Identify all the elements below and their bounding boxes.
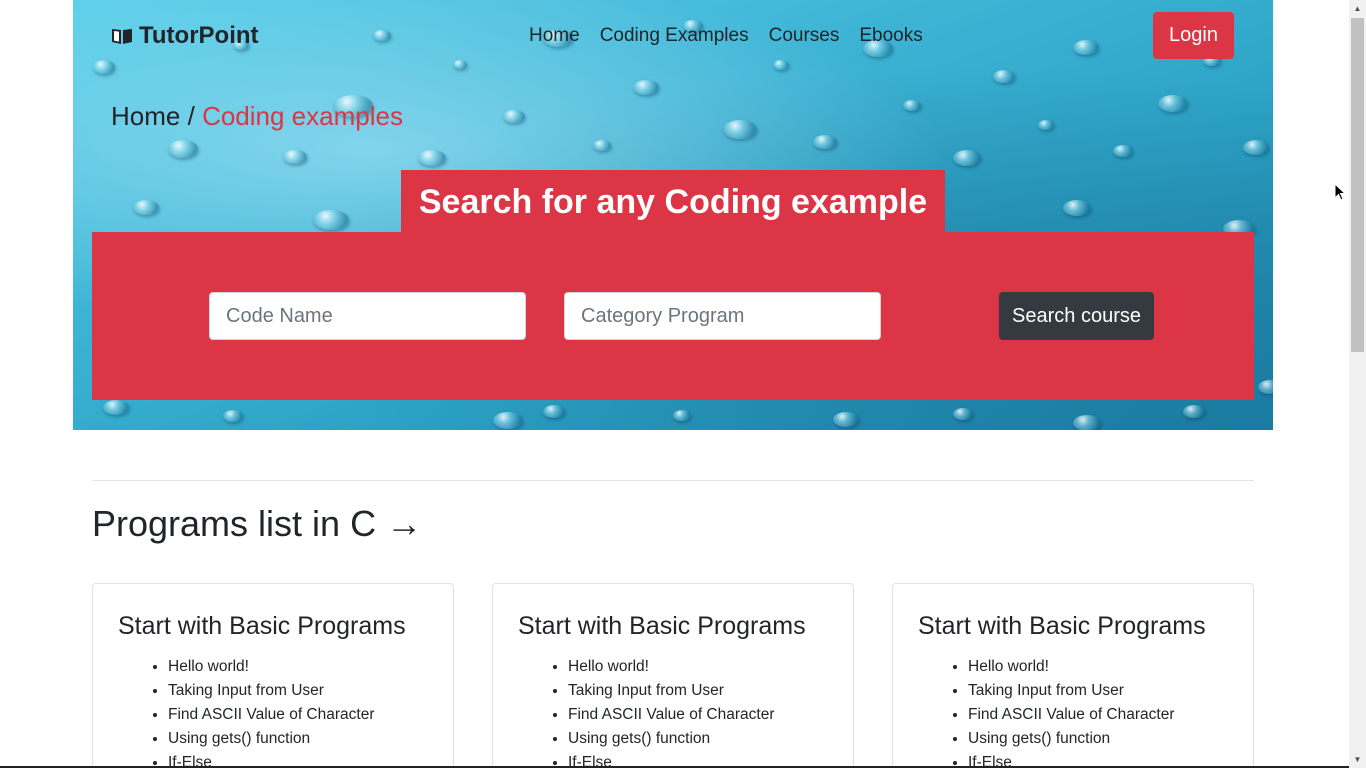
water-drop — [673, 410, 691, 421]
code-name-input[interactable] — [209, 292, 526, 340]
vertical-scrollbar[interactable]: ▲ ▼ — [1349, 0, 1366, 768]
brand-logo[interactable]: TutorPoint — [111, 22, 259, 50]
water-drop — [543, 405, 565, 418]
water-drop — [93, 60, 115, 74]
breadcrumb-home[interactable]: Home — [111, 101, 180, 131]
card-title: Start with Basic Programs — [918, 612, 1206, 640]
water-drop — [813, 135, 837, 149]
program-list: Hello world! Taking Input from User Find… — [944, 655, 1174, 768]
nav-home[interactable]: Home — [519, 24, 590, 48]
water-drop — [593, 140, 611, 151]
program-link[interactable]: Hello world! — [568, 655, 774, 679]
program-link[interactable]: Find ASCII Value of Character — [168, 703, 374, 727]
section-divider — [92, 480, 1254, 481]
program-link[interactable]: Taking Input from User — [568, 679, 774, 703]
search-course-button[interactable]: Search course — [999, 292, 1154, 340]
water-drop — [133, 200, 159, 215]
scroll-down-icon[interactable]: ▼ — [1349, 751, 1366, 768]
water-drop — [1183, 405, 1205, 418]
program-card: Start with Basic Programs Hello world! T… — [492, 583, 854, 768]
search-heading: Search for any Coding example — [401, 170, 945, 234]
water-drop — [903, 100, 921, 111]
program-link[interactable]: Find ASCII Value of Character — [968, 703, 1174, 727]
program-link[interactable]: Using gets() function — [168, 727, 374, 751]
search-panel: Search course — [92, 232, 1254, 400]
water-drop — [223, 410, 243, 422]
water-drop — [1243, 140, 1269, 155]
programs-section-title: Programs list in C → — [92, 503, 423, 544]
scroll-thumb[interactable] — [1351, 18, 1364, 352]
water-drop — [313, 210, 349, 230]
water-drop — [833, 412, 859, 427]
water-drop — [953, 408, 973, 420]
main-nav: Home Coding Examples Courses Ebooks — [519, 24, 933, 48]
open-book-icon — [112, 29, 132, 44]
program-link[interactable]: Using gets() function — [568, 727, 774, 751]
water-drop — [723, 120, 757, 139]
program-link[interactable]: Find ASCII Value of Character — [568, 703, 774, 727]
breadcrumb-separator: / — [187, 101, 195, 131]
program-card: Start with Basic Programs Hello world! T… — [892, 583, 1254, 768]
water-drop — [633, 80, 659, 95]
login-button[interactable]: Login — [1153, 12, 1234, 59]
water-drop — [503, 110, 525, 123]
water-drop — [1073, 40, 1099, 55]
scroll-up-icon[interactable]: ▲ — [1349, 0, 1366, 17]
mouse-cursor-icon — [1334, 183, 1346, 201]
water-drop — [773, 60, 789, 70]
program-link[interactable]: Hello world! — [168, 655, 374, 679]
brand-name: TutorPoint — [139, 22, 259, 49]
program-link[interactable]: Taking Input from User — [168, 679, 374, 703]
program-card: Start with Basic Programs Hello world! T… — [92, 583, 454, 768]
breadcrumb: Home / Coding examples — [111, 101, 403, 131]
program-list: Hello world! Taking Input from User Find… — [144, 655, 374, 768]
water-drop — [373, 30, 391, 41]
water-drop — [453, 60, 467, 69]
water-drop — [1258, 380, 1273, 394]
breadcrumb-current: Coding examples — [202, 101, 403, 131]
water-drop — [493, 412, 523, 429]
category-program-input[interactable] — [564, 292, 881, 340]
water-drop — [1158, 95, 1188, 112]
water-drop — [953, 150, 981, 166]
nav-courses[interactable]: Courses — [759, 24, 850, 48]
card-title: Start with Basic Programs — [518, 612, 806, 640]
program-link[interactable]: Using gets() function — [968, 727, 1174, 751]
card-title: Start with Basic Programs — [118, 612, 406, 640]
nav-ebooks[interactable]: Ebooks — [849, 24, 932, 48]
water-drop — [1073, 415, 1101, 430]
water-drop — [103, 400, 129, 415]
nav-coding-examples[interactable]: Coding Examples — [590, 24, 759, 48]
water-drop — [1063, 200, 1091, 216]
hero-banner: TutorPoint Home Coding Examples Courses … — [73, 0, 1273, 430]
water-drop — [1038, 120, 1054, 130]
water-drop — [1113, 145, 1133, 157]
program-link[interactable]: Hello world! — [968, 655, 1174, 679]
water-drop — [283, 150, 307, 164]
water-drop — [418, 150, 446, 166]
water-drop — [993, 70, 1015, 83]
program-link[interactable]: Taking Input from User — [968, 679, 1174, 703]
program-list: Hello world! Taking Input from User Find… — [544, 655, 774, 768]
water-drop — [168, 140, 198, 158]
